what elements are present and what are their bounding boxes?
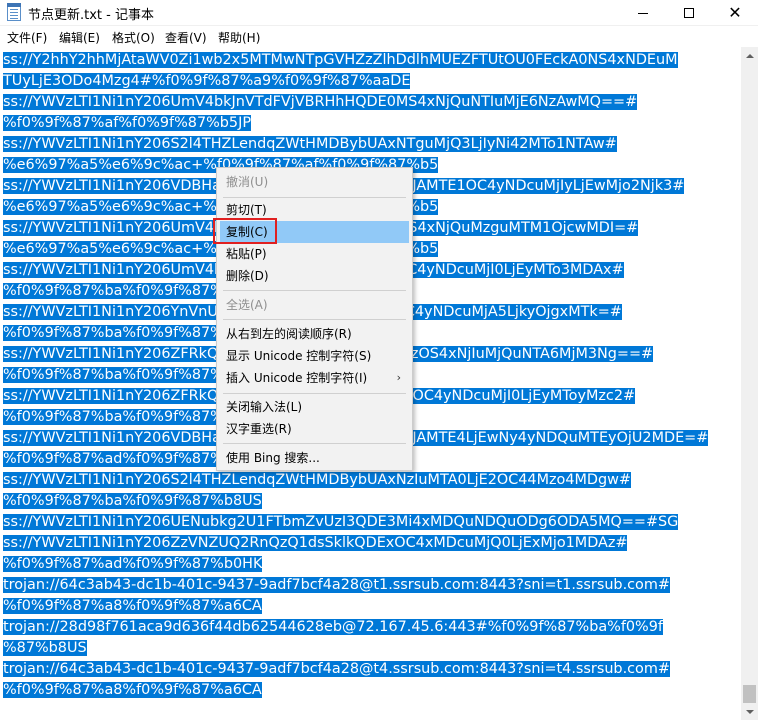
text-line: ss://YWVzLTI1Ni1nY206S2l4THZLendqZWtHMDB… [3,472,631,488]
context-menu: 撤消(U) 剪切(T) 复制(C) 粘贴(P) 删除(D) 全选(A) 从右到左… [216,167,413,471]
menu-file[interactable]: 文件(F) [7,29,47,46]
ctx-paste[interactable]: 粘贴(P) [220,243,409,265]
menu-help[interactable]: 帮助(H) [218,29,260,46]
scroll-thumb[interactable] [743,685,756,703]
menu-edit[interactable]: 编辑(E) [59,29,100,46]
ctx-delete[interactable]: 删除(D) [220,265,409,287]
minimize-icon [638,12,648,14]
menu-format[interactable]: 格式(O) [112,29,155,46]
separator [223,197,406,198]
minimize-button[interactable] [620,0,666,26]
text-line: trojan://28d98f761aca9d636f44db62544628e… [3,619,663,635]
close-button[interactable]: ✕ [712,0,758,26]
separator [223,290,406,291]
maximize-button[interactable] [666,0,712,26]
arrow-down-icon [745,709,754,714]
menu-bar: 文件(F) 编辑(E) 格式(O) 查看(V) 帮助(H) [0,27,758,47]
ctx-insert-unicode-label: 插入 Unicode 控制字符(I) [226,371,368,385]
ctx-reconvert[interactable]: 汉字重选(R) [220,418,409,440]
ctx-rtl-reading-order[interactable]: 从右到左的阅读顺序(R) [220,323,409,345]
notepad-icon [7,3,21,21]
text-line: %f0%9f%87%a8%f0%9f%87%a6CA [3,598,262,614]
text-line: %87%b8US [3,640,87,656]
vertical-scrollbar[interactable] [741,47,758,720]
text-line: %f0%9f%87%ad%f0%9f%87%b0HK [3,556,263,572]
scroll-up-button[interactable] [741,47,758,64]
text-line: ss://YWVzLTI1Ni1nY206UmV4bkJnVTdFVjVBRHh… [3,94,638,110]
window-title: 节点更新.txt - 记事本 [28,8,154,23]
ctx-show-unicode[interactable]: 显示 Unicode 控制字符(S) [220,345,409,367]
menu-view[interactable]: 查看(V) [165,29,207,46]
title-bar[interactable]: 节点更新.txt - 记事本 ✕ [0,0,758,26]
text-line: trojan://64c3ab43-dc1b-401c-9437-9adf7bc… [3,577,670,593]
text-line: ss://YWVzLTI1Ni1nY206ZzVNZUQ2RnQzQ1dsSkl… [3,535,628,551]
ctx-bing-search[interactable]: 使用 Bing 搜索... [220,447,409,469]
ctx-select-all[interactable]: 全选(A) [220,294,409,316]
text-line: %f0%9f%87%af%f0%9f%87%b5JP [3,115,251,131]
scroll-down-button[interactable] [741,703,758,720]
ctx-insert-unicode[interactable]: 插入 Unicode 控制字符(I) › [220,367,409,389]
submenu-arrow-icon: › [396,371,401,384]
ctx-undo[interactable]: 撤消(U) [220,171,409,193]
text-line: %f0%9f%87%ba%f0%9f%87%b8US [3,493,262,509]
text-line: ss://YWVzLTI1Ni1nY206S2l4THZLendqZWtHMDB… [3,136,617,152]
copy-highlight-box [213,218,277,244]
text-line: TUyLjE3ODo4Mzg4#%f0%9f%87%a9%f0%9f%87%aa… [3,73,411,89]
separator [223,443,406,444]
separator [223,319,406,320]
text-line: ss://Y2hhY2hhMjAtaWV0Zi1wb2x5MTMwNTpGVHZ… [3,52,678,68]
text-line: ss://YWVzLTI1Ni1nY206UENubkg2U1FTbmZvUzI… [3,514,679,530]
text-line: trojan://64c3ab43-dc1b-401c-9437-9adf7bc… [3,661,670,677]
separator [223,393,406,394]
close-icon: ✕ [728,3,742,22]
arrow-up-icon [745,53,754,58]
text-line: %f0%9f%87%a8%f0%9f%87%a6CA [3,682,262,698]
maximize-icon [684,8,694,18]
ctx-close-ime[interactable]: 关闭输入法(L) [220,396,409,418]
